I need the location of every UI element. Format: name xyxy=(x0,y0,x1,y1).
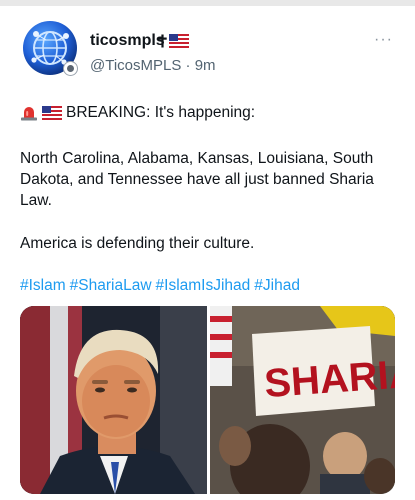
handle[interactable]: @TicosMPLS xyxy=(90,57,181,74)
breaking-line: BREAKING: It's happening: xyxy=(20,102,400,123)
more-options-icon[interactable]: ··· xyxy=(374,32,393,48)
siren-icon xyxy=(21,106,37,120)
us-flag-icon xyxy=(42,105,62,120)
media-image-portrait[interactable] xyxy=(20,306,207,494)
cross-icon xyxy=(158,34,167,48)
breaking-text: BREAKING: It's happening: xyxy=(66,104,256,121)
post-paragraph: America is defending their culture. xyxy=(20,235,255,252)
handle-row: @TicosMPLS · 9m xyxy=(90,57,216,74)
hashtag-link[interactable]: #Jihad xyxy=(254,277,300,294)
hashtag-link[interactable]: #Islam xyxy=(20,277,66,294)
timestamp[interactable]: 9m xyxy=(195,57,216,74)
hashtag-link[interactable]: #IslamIsJihad xyxy=(156,277,251,294)
post-body: BREAKING: It's happening: North Carolina… xyxy=(20,102,400,296)
post-paragraph: North Carolina, Alabama, Kansas, Louisia… xyxy=(20,150,374,209)
account-badge-icon xyxy=(63,61,78,76)
media-gallery[interactable]: SHARIA xyxy=(20,306,395,494)
hashtag-list: #Islam #ShariaLaw #IslamIsJihad #Jihad xyxy=(20,275,400,296)
separator-dot: · xyxy=(185,57,191,74)
us-flag-icon xyxy=(169,34,189,48)
display-name[interactable]: ticosmpls xyxy=(90,32,165,50)
name-emoji-group xyxy=(158,34,189,48)
post-card[interactable]: ticosmpls @TicosMPLS · 9m ··· BREAKING: … xyxy=(0,6,415,500)
hashtag-link[interactable]: #ShariaLaw xyxy=(70,277,152,294)
media-image-protest[interactable]: SHARIA xyxy=(210,306,395,494)
